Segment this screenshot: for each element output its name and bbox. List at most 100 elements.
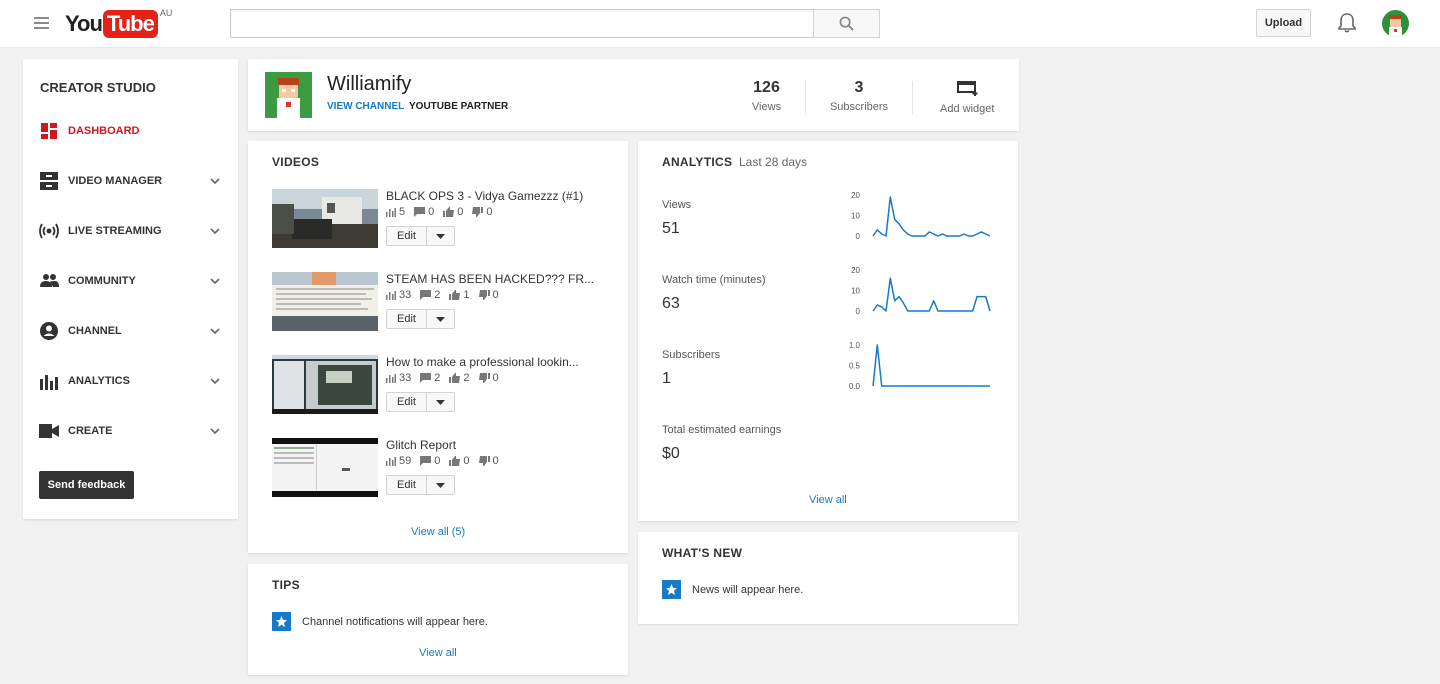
edit-label: Edit [387, 393, 427, 411]
notifications-bell-icon[interactable] [1337, 12, 1357, 34]
view-channel-link[interactable]: VIEW CHANNEL [327, 101, 404, 112]
video-dislikes: 0 [472, 206, 493, 218]
edit-dropdown-arrow-icon[interactable] [427, 393, 454, 411]
edit-video-button[interactable]: Edit [386, 226, 455, 246]
account-avatar[interactable] [1382, 10, 1409, 37]
youtube-logo[interactable]: You Tube AU [65, 8, 172, 38]
metric-label-watch-time: Watch time (minutes) [662, 274, 766, 286]
youtube-partner-badge: YOUTUBE PARTNER [409, 101, 509, 112]
sparkline-tick-label: 0 [856, 307, 861, 316]
video-thumbnail[interactable] [272, 189, 378, 248]
channel-name: Williamify [327, 73, 412, 95]
chevron-down-icon[interactable] [210, 276, 220, 286]
edit-dropdown-arrow-icon[interactable] [427, 476, 454, 494]
chevron-down-icon[interactable] [210, 176, 220, 186]
channel-avatar[interactable] [265, 72, 312, 118]
tips-card-title: TIPS [272, 578, 300, 592]
sidebar-item-dashboard[interactable]: DASHBOARD [23, 114, 238, 148]
video-thumbnail[interactable] [272, 272, 378, 331]
sparkline-series-line [872, 196, 991, 237]
sidebar-item-channel[interactable]: CHANNEL [23, 314, 238, 348]
thumbs-down-icon [478, 456, 490, 466]
chevron-down-icon[interactable] [210, 226, 220, 236]
video-stats: 5 0 0 0 [386, 206, 502, 218]
metric-value-earnings: $0 [662, 445, 680, 462]
video-likes-count: 2 [463, 372, 470, 384]
video-comments-count: 2 [434, 289, 441, 301]
video-dislikes-count: 0 [492, 289, 499, 301]
video-likes: 0 [449, 455, 470, 467]
community-icon [40, 274, 59, 287]
chevron-down-icon[interactable] [210, 326, 220, 336]
metric-label-earnings: Total estimated earnings [662, 424, 782, 436]
views-label: Views [751, 101, 782, 113]
videos-view-all-link[interactable]: View all (5) [411, 526, 465, 538]
video-title[interactable]: Glitch Report [386, 438, 456, 452]
tips-view-all-link[interactable]: View all [419, 647, 457, 659]
video-views-count: 59 [399, 455, 412, 467]
views-bar-icon [386, 207, 396, 217]
analytics-view-all-link[interactable]: View all [809, 494, 847, 506]
video-likes-count: 0 [457, 206, 464, 218]
sidebar-item-live-streaming[interactable]: LIVE STREAMING [23, 214, 238, 248]
add-widget-icon[interactable] [957, 80, 979, 96]
metric-label-views: Views [662, 199, 692, 211]
channel-avatar-image-icon [265, 72, 312, 118]
video-dislikes-count: 0 [486, 206, 493, 218]
upload-button[interactable]: Upload [1256, 9, 1311, 37]
hamburger-menu-icon[interactable] [34, 17, 49, 29]
send-feedback-button[interactable]: Send feedback [39, 471, 134, 499]
thumbs-up-icon [449, 373, 461, 383]
sparkline-series-line [872, 344, 990, 387]
video-title[interactable]: How to make a professional lookin... [386, 355, 579, 369]
thumbs-down-icon [478, 373, 490, 383]
subscribers-stat: 3 Subscribers [828, 79, 890, 113]
video-stats: 33 2 1 0 [386, 289, 508, 301]
video-thumbnail[interactable] [272, 438, 378, 497]
logo-you-text: You [65, 11, 103, 36]
video-title[interactable]: BLACK OPS 3 - Vidya Gamezzz (#1) [386, 189, 583, 203]
sidebar-item-video-manager[interactable]: VIDEO MANAGER [23, 164, 238, 198]
sidebar-item-label: ANALYTICS [68, 375, 130, 387]
sidebar-item-analytics[interactable]: ANALYTICS [23, 364, 238, 398]
video-thumbnail[interactable] [272, 355, 378, 414]
chevron-down-icon[interactable] [210, 376, 220, 386]
edit-dropdown-arrow-icon[interactable] [427, 227, 454, 245]
video-list-item: BLACK OPS 3 - Vidya Gamezzz (#1) 5 0 0 0… [272, 189, 612, 249]
video-thumbnail-image-icon [272, 272, 378, 331]
video-thumbnail-image-icon [272, 355, 378, 414]
edit-dropdown-arrow-icon[interactable] [427, 310, 454, 328]
video-title[interactable]: STEAM HAS BEEN HACKED??? FR... [386, 272, 594, 286]
stat-divider [805, 81, 806, 115]
edit-video-button[interactable]: Edit [386, 475, 455, 495]
edit-video-button[interactable]: Edit [386, 392, 455, 412]
video-comments: 0 [420, 455, 440, 467]
thumbs-up-icon [449, 456, 461, 466]
sparkline-tick-label: 1.0 [849, 341, 861, 350]
sidebar-item-label: VIDEO MANAGER [68, 175, 163, 187]
video-likes: 0 [443, 206, 463, 218]
channel-summary-card: Williamify VIEW CHANNEL YOUTUBE PARTNER … [248, 59, 1019, 131]
video-dislikes: 0 [478, 372, 499, 384]
add-widget-link[interactable]: Add widget [940, 103, 994, 115]
chevron-down-icon[interactable] [210, 426, 220, 436]
avatar-image-icon [1382, 10, 1409, 37]
metric-value-watch-time: 63 [662, 295, 680, 312]
search-button[interactable] [813, 9, 880, 38]
metric-value-subscribers: 1 [662, 370, 671, 387]
live-streaming-icon [39, 223, 59, 239]
views-bar-icon [386, 373, 396, 383]
views-bar-icon [386, 290, 396, 300]
sidebar-item-label: LIVE STREAMING [68, 225, 162, 237]
create-video-camera-icon [39, 424, 59, 438]
sidebar-item-community[interactable]: COMMUNITY [23, 264, 238, 298]
video-thumbnail-image-icon [272, 438, 378, 497]
whats-new-message: News will appear here. [692, 584, 804, 596]
video-comments-count: 0 [434, 455, 441, 467]
subscribers-label: Subscribers [829, 101, 889, 113]
logo-tube-text: Tube [102, 10, 158, 38]
search-input[interactable] [230, 9, 814, 38]
edit-video-button[interactable]: Edit [386, 309, 455, 329]
edit-label: Edit [387, 310, 427, 328]
sidebar-item-create[interactable]: CREATE [23, 414, 238, 448]
